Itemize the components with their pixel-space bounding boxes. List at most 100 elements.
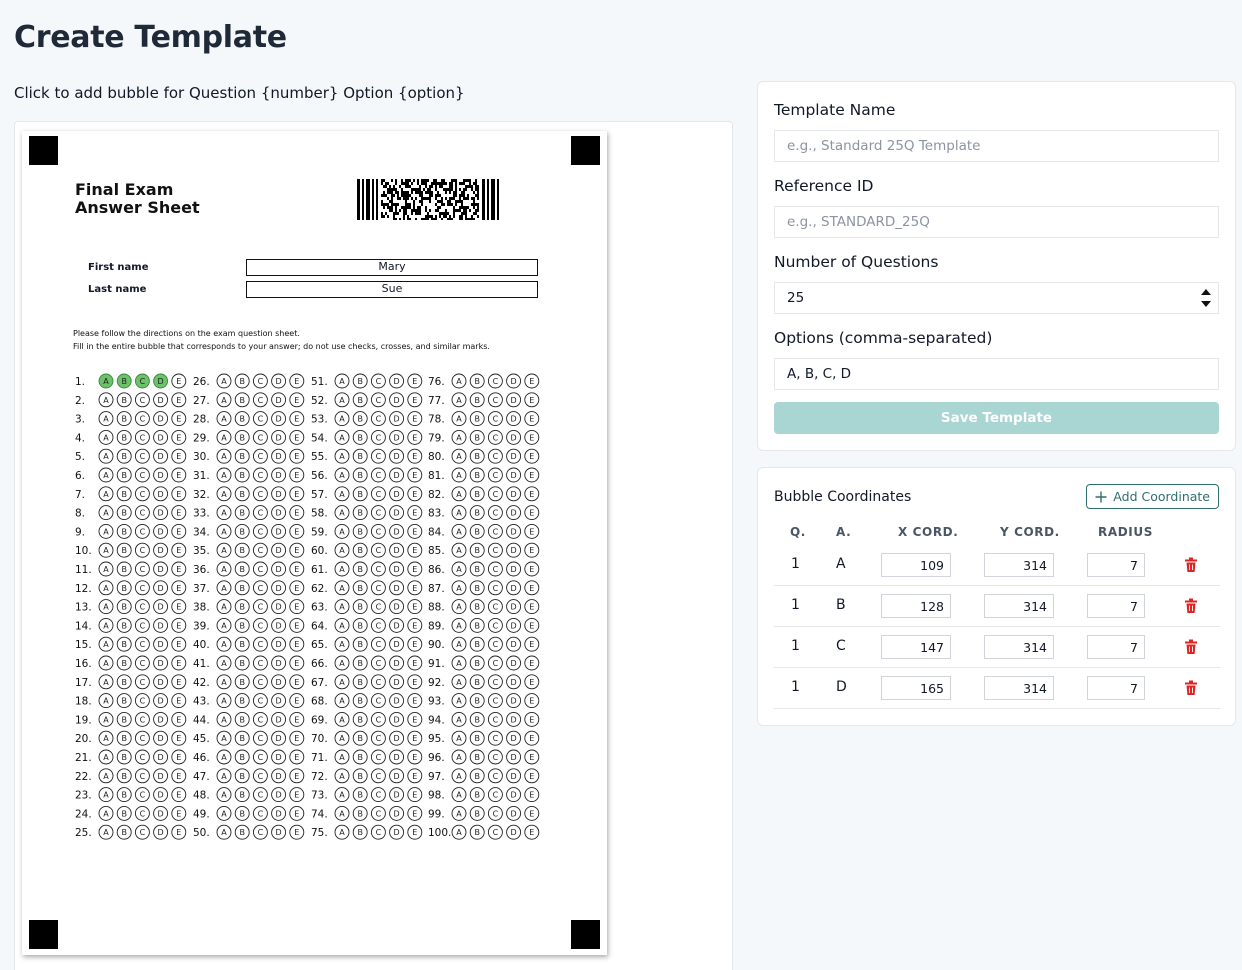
question-row[interactable]: 63. A B C D E	[311, 599, 423, 615]
question-row[interactable]: 2. A B C D E	[75, 392, 187, 408]
radius-input[interactable]	[1087, 594, 1145, 618]
number-of-questions-input[interactable]	[774, 282, 1219, 314]
question-row[interactable]: 82. A B C D E	[428, 486, 540, 502]
question-row[interactable]: 3. A B C D E	[75, 411, 187, 427]
question-row[interactable]: 99. A B C D E	[428, 805, 540, 821]
question-row[interactable]: 58. A B C D E	[311, 505, 423, 521]
question-row[interactable]: 33. A B C D E	[193, 505, 305, 521]
question-row[interactable]: 91. A B C D E	[428, 655, 540, 671]
question-row[interactable]: 28. A B C D E	[193, 411, 305, 427]
question-row[interactable]: 89. A B C D E	[428, 617, 540, 633]
question-row[interactable]: 4. A B C D E	[75, 429, 187, 445]
question-row[interactable]: 88. A B C D E	[428, 599, 540, 615]
question-row[interactable]: 1. A B C D E	[75, 373, 187, 389]
template-name-input[interactable]	[774, 130, 1219, 162]
question-row[interactable]: 5. A B C D E	[75, 448, 187, 464]
question-row[interactable]: 20. A B C D E	[75, 730, 187, 746]
question-row[interactable]: 12. A B C D E	[75, 580, 187, 596]
y-coordinate-input[interactable]	[984, 553, 1054, 577]
question-row[interactable]: 73. A B C D E	[311, 787, 423, 803]
radius-input[interactable]	[1087, 553, 1145, 577]
question-row[interactable]: 100. A B C D E	[428, 824, 540, 840]
question-row[interactable]: 17. A B C D E	[75, 674, 187, 690]
y-coordinate-input[interactable]	[984, 676, 1054, 700]
question-row[interactable]: 29. A B C D E	[193, 429, 305, 445]
question-row[interactable]: 7. A B C D E	[75, 486, 187, 502]
question-row[interactable]: 48. A B C D E	[193, 787, 305, 803]
question-row[interactable]: 97. A B C D E	[428, 768, 540, 784]
question-row[interactable]: 18. A B C D E	[75, 693, 187, 709]
question-row[interactable]: 69. A B C D E	[311, 711, 423, 727]
question-row[interactable]: 61. A B C D E	[311, 561, 423, 577]
x-coordinate-input[interactable]	[881, 635, 951, 659]
question-row[interactable]: 16. A B C D E	[75, 655, 187, 671]
x-coordinate-input[interactable]	[881, 594, 951, 618]
question-row[interactable]: 27. A B C D E	[193, 392, 305, 408]
answer-sheet-image[interactable]: Final Exam Answer Sheet First name Last …	[22, 131, 607, 955]
question-row[interactable]: 8. A B C D E	[75, 505, 187, 521]
question-row[interactable]: 79. A B C D E	[428, 429, 540, 445]
question-row[interactable]: 10. A B C D E	[75, 542, 187, 558]
question-row[interactable]: 25. A B C D E	[75, 824, 187, 840]
question-row[interactable]: 14. A B C D E	[75, 617, 187, 633]
radius-input[interactable]	[1087, 635, 1145, 659]
question-row[interactable]: 22. A B C D E	[75, 768, 187, 784]
question-row[interactable]: 35. A B C D E	[193, 542, 305, 558]
question-row[interactable]: 90. A B C D E	[428, 636, 540, 652]
question-row[interactable]: 75. A B C D E	[311, 824, 423, 840]
question-row[interactable]: 52. A B C D E	[311, 392, 423, 408]
trash-icon[interactable]	[1184, 680, 1198, 696]
question-row[interactable]: 24. A B C D E	[75, 805, 187, 821]
question-row[interactable]: 23. A B C D E	[75, 787, 187, 803]
question-row[interactable]: 42. A B C D E	[193, 674, 305, 690]
y-coordinate-input[interactable]	[984, 594, 1054, 618]
question-row[interactable]: 78. A B C D E	[428, 411, 540, 427]
question-row[interactable]: 65. A B C D E	[311, 636, 423, 652]
question-row[interactable]: 57. A B C D E	[311, 486, 423, 502]
question-row[interactable]: 46. A B C D E	[193, 749, 305, 765]
number-stepper[interactable]	[1195, 283, 1217, 313]
trash-icon[interactable]	[1184, 598, 1198, 614]
question-row[interactable]: 92. A B C D E	[428, 674, 540, 690]
question-row[interactable]: 31. A B C D E	[193, 467, 305, 483]
question-row[interactable]: 40. A B C D E	[193, 636, 305, 652]
question-row[interactable]: 59. A B C D E	[311, 523, 423, 539]
question-row[interactable]: 94. A B C D E	[428, 711, 540, 727]
question-row[interactable]: 15. A B C D E	[75, 636, 187, 652]
question-row[interactable]: 51. A B C D E	[311, 373, 423, 389]
question-row[interactable]: 26. A B C D E	[193, 373, 305, 389]
question-row[interactable]: 74. A B C D E	[311, 805, 423, 821]
question-row[interactable]: 41. A B C D E	[193, 655, 305, 671]
question-row[interactable]: 83. A B C D E	[428, 505, 540, 521]
question-row[interactable]: 70. A B C D E	[311, 730, 423, 746]
question-row[interactable]: 62. A B C D E	[311, 580, 423, 596]
question-row[interactable]: 49. A B C D E	[193, 805, 305, 821]
question-row[interactable]: 87. A B C D E	[428, 580, 540, 596]
question-row[interactable]: 50. A B C D E	[193, 824, 305, 840]
radius-input[interactable]	[1087, 676, 1145, 700]
bubble-grid[interactable]: 1. A B C D E 2. A B C D E 3. A B C D E 4. A B C D E 5. A B C D E 6. A B C…	[22, 131, 607, 955]
question-row[interactable]: 13. A B C D E	[75, 599, 187, 615]
question-row[interactable]: 36. A B C D E	[193, 561, 305, 577]
question-row[interactable]: 9. A B C D E	[75, 523, 187, 539]
question-row[interactable]: 30. A B C D E	[193, 448, 305, 464]
question-row[interactable]: 11. A B C D E	[75, 561, 187, 577]
trash-icon[interactable]	[1184, 557, 1198, 573]
question-row[interactable]: 34. A B C D E	[193, 523, 305, 539]
question-row[interactable]: 71. A B C D E	[311, 749, 423, 765]
question-row[interactable]: 66. A B C D E	[311, 655, 423, 671]
question-row[interactable]: 81. A B C D E	[428, 467, 540, 483]
question-row[interactable]: 19. A B C D E	[75, 711, 187, 727]
question-row[interactable]: 86. A B C D E	[428, 561, 540, 577]
question-row[interactable]: 60. A B C D E	[311, 542, 423, 558]
trash-icon[interactable]	[1184, 639, 1198, 655]
question-row[interactable]: 44. A B C D E	[193, 711, 305, 727]
question-row[interactable]: 85. A B C D E	[428, 542, 540, 558]
question-row[interactable]: 98. A B C D E	[428, 787, 540, 803]
question-row[interactable]: 84. A B C D E	[428, 523, 540, 539]
question-row[interactable]: 39. A B C D E	[193, 617, 305, 633]
question-row[interactable]: 67. A B C D E	[311, 674, 423, 690]
question-row[interactable]: 6. A B C D E	[75, 467, 187, 483]
question-row[interactable]: 56. A B C D E	[311, 467, 423, 483]
reference-id-input[interactable]	[774, 206, 1219, 238]
